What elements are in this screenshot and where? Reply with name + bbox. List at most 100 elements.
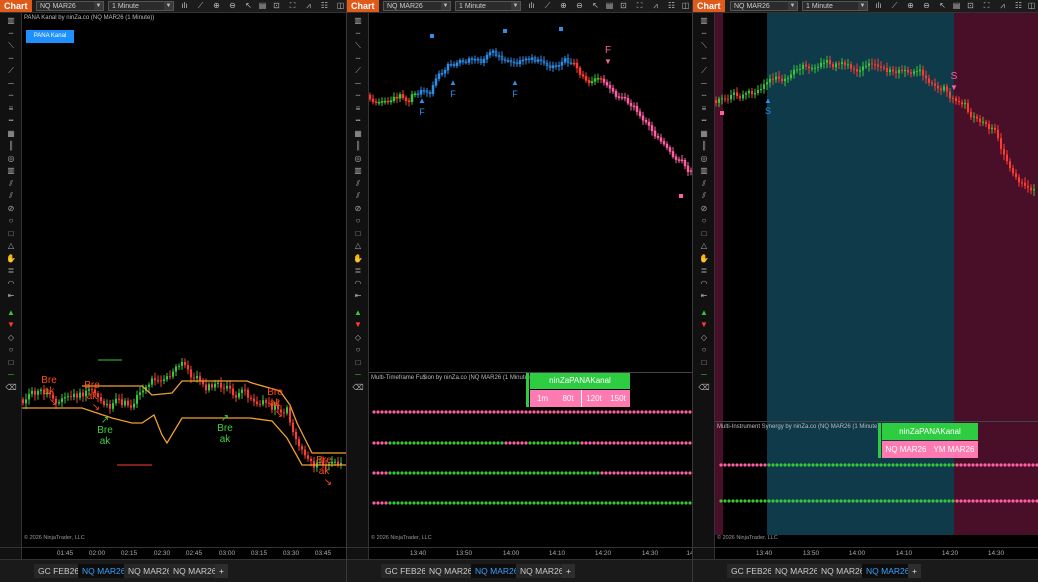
properties-icon[interactable]: ☷ (1014, 1, 1023, 11)
ban-icon[interactable]: ⊘ (352, 204, 364, 213)
instrument-select[interactable]: NQ MAR26 ▼ (36, 1, 104, 11)
bars-type-icon[interactable]: ılı (527, 1, 536, 11)
pointer-icon[interactable]: ↖ (244, 1, 253, 11)
grid-icon[interactable]: ▦ (698, 129, 710, 138)
bars-type-icon[interactable]: ılı (874, 1, 883, 11)
text-icon[interactable]: ≣ (352, 266, 364, 275)
arrow-up-icon[interactable]: ▲ (698, 308, 710, 317)
channel-icon[interactable]: ⫽ (352, 179, 364, 188)
indicators-icon[interactable]: ⩘ (998, 1, 1007, 11)
diamond-icon[interactable]: ◇ (698, 333, 710, 342)
properties-icon[interactable]: ☷ (667, 1, 676, 11)
triangle-icon[interactable]: △ (5, 241, 17, 250)
channel-icon[interactable]: ⫽ (5, 179, 17, 188)
grid-icon[interactable]: ▦ (352, 129, 364, 138)
zoom-out-icon[interactable]: ⊖ (922, 1, 931, 11)
cursor-icon[interactable]: ▥ (352, 16, 364, 25)
extension-icon[interactable]: ╍ (352, 116, 364, 125)
rectangle-icon[interactable]: □ (5, 229, 17, 238)
add-tab-button[interactable]: + (562, 564, 575, 578)
square-icon[interactable]: □ (352, 358, 364, 367)
cursor-icon[interactable]: ▥ (698, 16, 710, 25)
gann-icon[interactable]: ▥ (698, 166, 710, 175)
zoom-in-icon[interactable]: ⊕ (906, 1, 915, 11)
instrument-tab[interactable]: NQ MAR26 (771, 564, 823, 578)
hand-icon[interactable]: ✋ (5, 254, 17, 263)
ban-icon[interactable]: ⊘ (698, 204, 710, 213)
instrument-tab[interactable]: NQ MAR26 (169, 564, 221, 578)
zoom-in-icon[interactable]: ⊕ (559, 1, 568, 11)
trend-icon[interactable]: ⟋ (5, 66, 17, 75)
arc-icon[interactable]: ◠ (698, 279, 710, 288)
square-icon[interactable]: □ (5, 358, 17, 367)
strategy-icon[interactable]: ⊡ (966, 1, 975, 11)
strategy-icon[interactable]: ⊡ (272, 1, 281, 11)
zoom-out-icon[interactable]: ⊖ (228, 1, 237, 11)
dash-icon[interactable]: ╌ (5, 91, 17, 100)
rectangle-icon[interactable]: □ (698, 229, 710, 238)
extension-icon[interactable]: ╍ (5, 116, 17, 125)
gann-icon[interactable]: ▥ (5, 166, 17, 175)
add-tab-button[interactable]: + (215, 564, 228, 578)
ban-icon[interactable]: ⊘ (5, 204, 17, 213)
draw-tool-icon[interactable]: ⟋ (196, 1, 205, 11)
pitchfork-icon[interactable]: ⫽ (698, 191, 710, 200)
zoom-out-icon[interactable]: ⊖ (575, 1, 584, 11)
indicators-icon[interactable]: ⩘ (651, 1, 660, 11)
chart-menu-button[interactable]: Chart (347, 0, 379, 12)
ellipse-icon[interactable]: ○ (698, 216, 710, 225)
hline-icon[interactable]: ╌ (352, 54, 364, 63)
hline-icon[interactable]: ╌ (5, 54, 17, 63)
cursor-icon[interactable]: ▥ (5, 16, 17, 25)
strategy-icon[interactable]: ⊡ (619, 1, 628, 11)
square-icon[interactable]: □ (698, 358, 710, 367)
circle-target-icon[interactable]: ◎ (698, 154, 710, 163)
dot-icon[interactable]: ○ (698, 345, 710, 354)
hand-icon[interactable]: ✋ (698, 254, 710, 263)
fullscreen-icon[interactable]: ⛶ (982, 1, 991, 11)
snapshot-icon[interactable]: ◫ (336, 1, 345, 11)
time-icon[interactable]: ║ (698, 141, 710, 150)
line-icon[interactable]: ╌ (698, 29, 710, 38)
fib-icon[interactable]: ≡ (698, 104, 710, 113)
instrument-tab[interactable]: GC FEB26 (381, 564, 431, 578)
ellipse-icon[interactable]: ○ (5, 216, 17, 225)
circle-target-icon[interactable]: ◎ (5, 154, 17, 163)
circle-target-icon[interactable]: ◎ (352, 154, 364, 163)
instrument-tab[interactable]: GC FEB26 (34, 564, 84, 578)
ray-icon[interactable]: ⟍ (698, 41, 710, 50)
instrument-tab[interactable]: NQ MAR26 (862, 564, 914, 578)
data-box-icon[interactable]: ▤ (952, 1, 961, 11)
ruler-icon[interactable]: ⇤ (5, 291, 17, 300)
instrument-tab[interactable]: NQ MAR26 (516, 564, 568, 578)
instrument-tab[interactable]: NQ MAR26 (425, 564, 477, 578)
arrow-down-icon[interactable]: ▼ (698, 320, 710, 329)
dash-icon[interactable]: ╌ (352, 91, 364, 100)
line-marker-icon[interactable]: ─ (698, 370, 710, 379)
instrument-select[interactable]: NQ MAR26 ▼ (730, 1, 798, 11)
line-marker-icon[interactable]: ─ (352, 370, 364, 379)
triangle-icon[interactable]: △ (698, 241, 710, 250)
line-marker-icon[interactable]: ─ (5, 370, 17, 379)
gann-icon[interactable]: ▥ (352, 166, 364, 175)
extension-icon[interactable]: ╍ (698, 116, 710, 125)
vline-icon[interactable]: ─ (5, 79, 17, 88)
chart-menu-button[interactable]: Chart (0, 0, 32, 12)
channel-icon[interactable]: ⫽ (698, 179, 710, 188)
bars-type-icon[interactable]: ılı (180, 1, 189, 11)
data-box-icon[interactable]: ▤ (258, 1, 267, 11)
instrument-tab[interactable]: GC FEB26 (727, 564, 777, 578)
snapshot-icon[interactable]: ◫ (1027, 1, 1036, 11)
fib-icon[interactable]: ≡ (352, 104, 364, 113)
ray-icon[interactable]: ⟍ (352, 41, 364, 50)
snapshot-icon[interactable]: ◫ (681, 1, 690, 11)
fullscreen-icon[interactable]: ⛶ (288, 1, 297, 11)
fullscreen-icon[interactable]: ⛶ (635, 1, 644, 11)
pitchfork-icon[interactable]: ⫽ (352, 191, 364, 200)
hand-icon[interactable]: ✋ (352, 254, 364, 263)
ellipse-icon[interactable]: ○ (352, 216, 364, 225)
arc-icon[interactable]: ◠ (5, 279, 17, 288)
line-icon[interactable]: ╌ (5, 29, 17, 38)
instrument-tab[interactable]: NQ MAR26 (471, 564, 523, 578)
data-box-icon[interactable]: ▤ (605, 1, 614, 11)
